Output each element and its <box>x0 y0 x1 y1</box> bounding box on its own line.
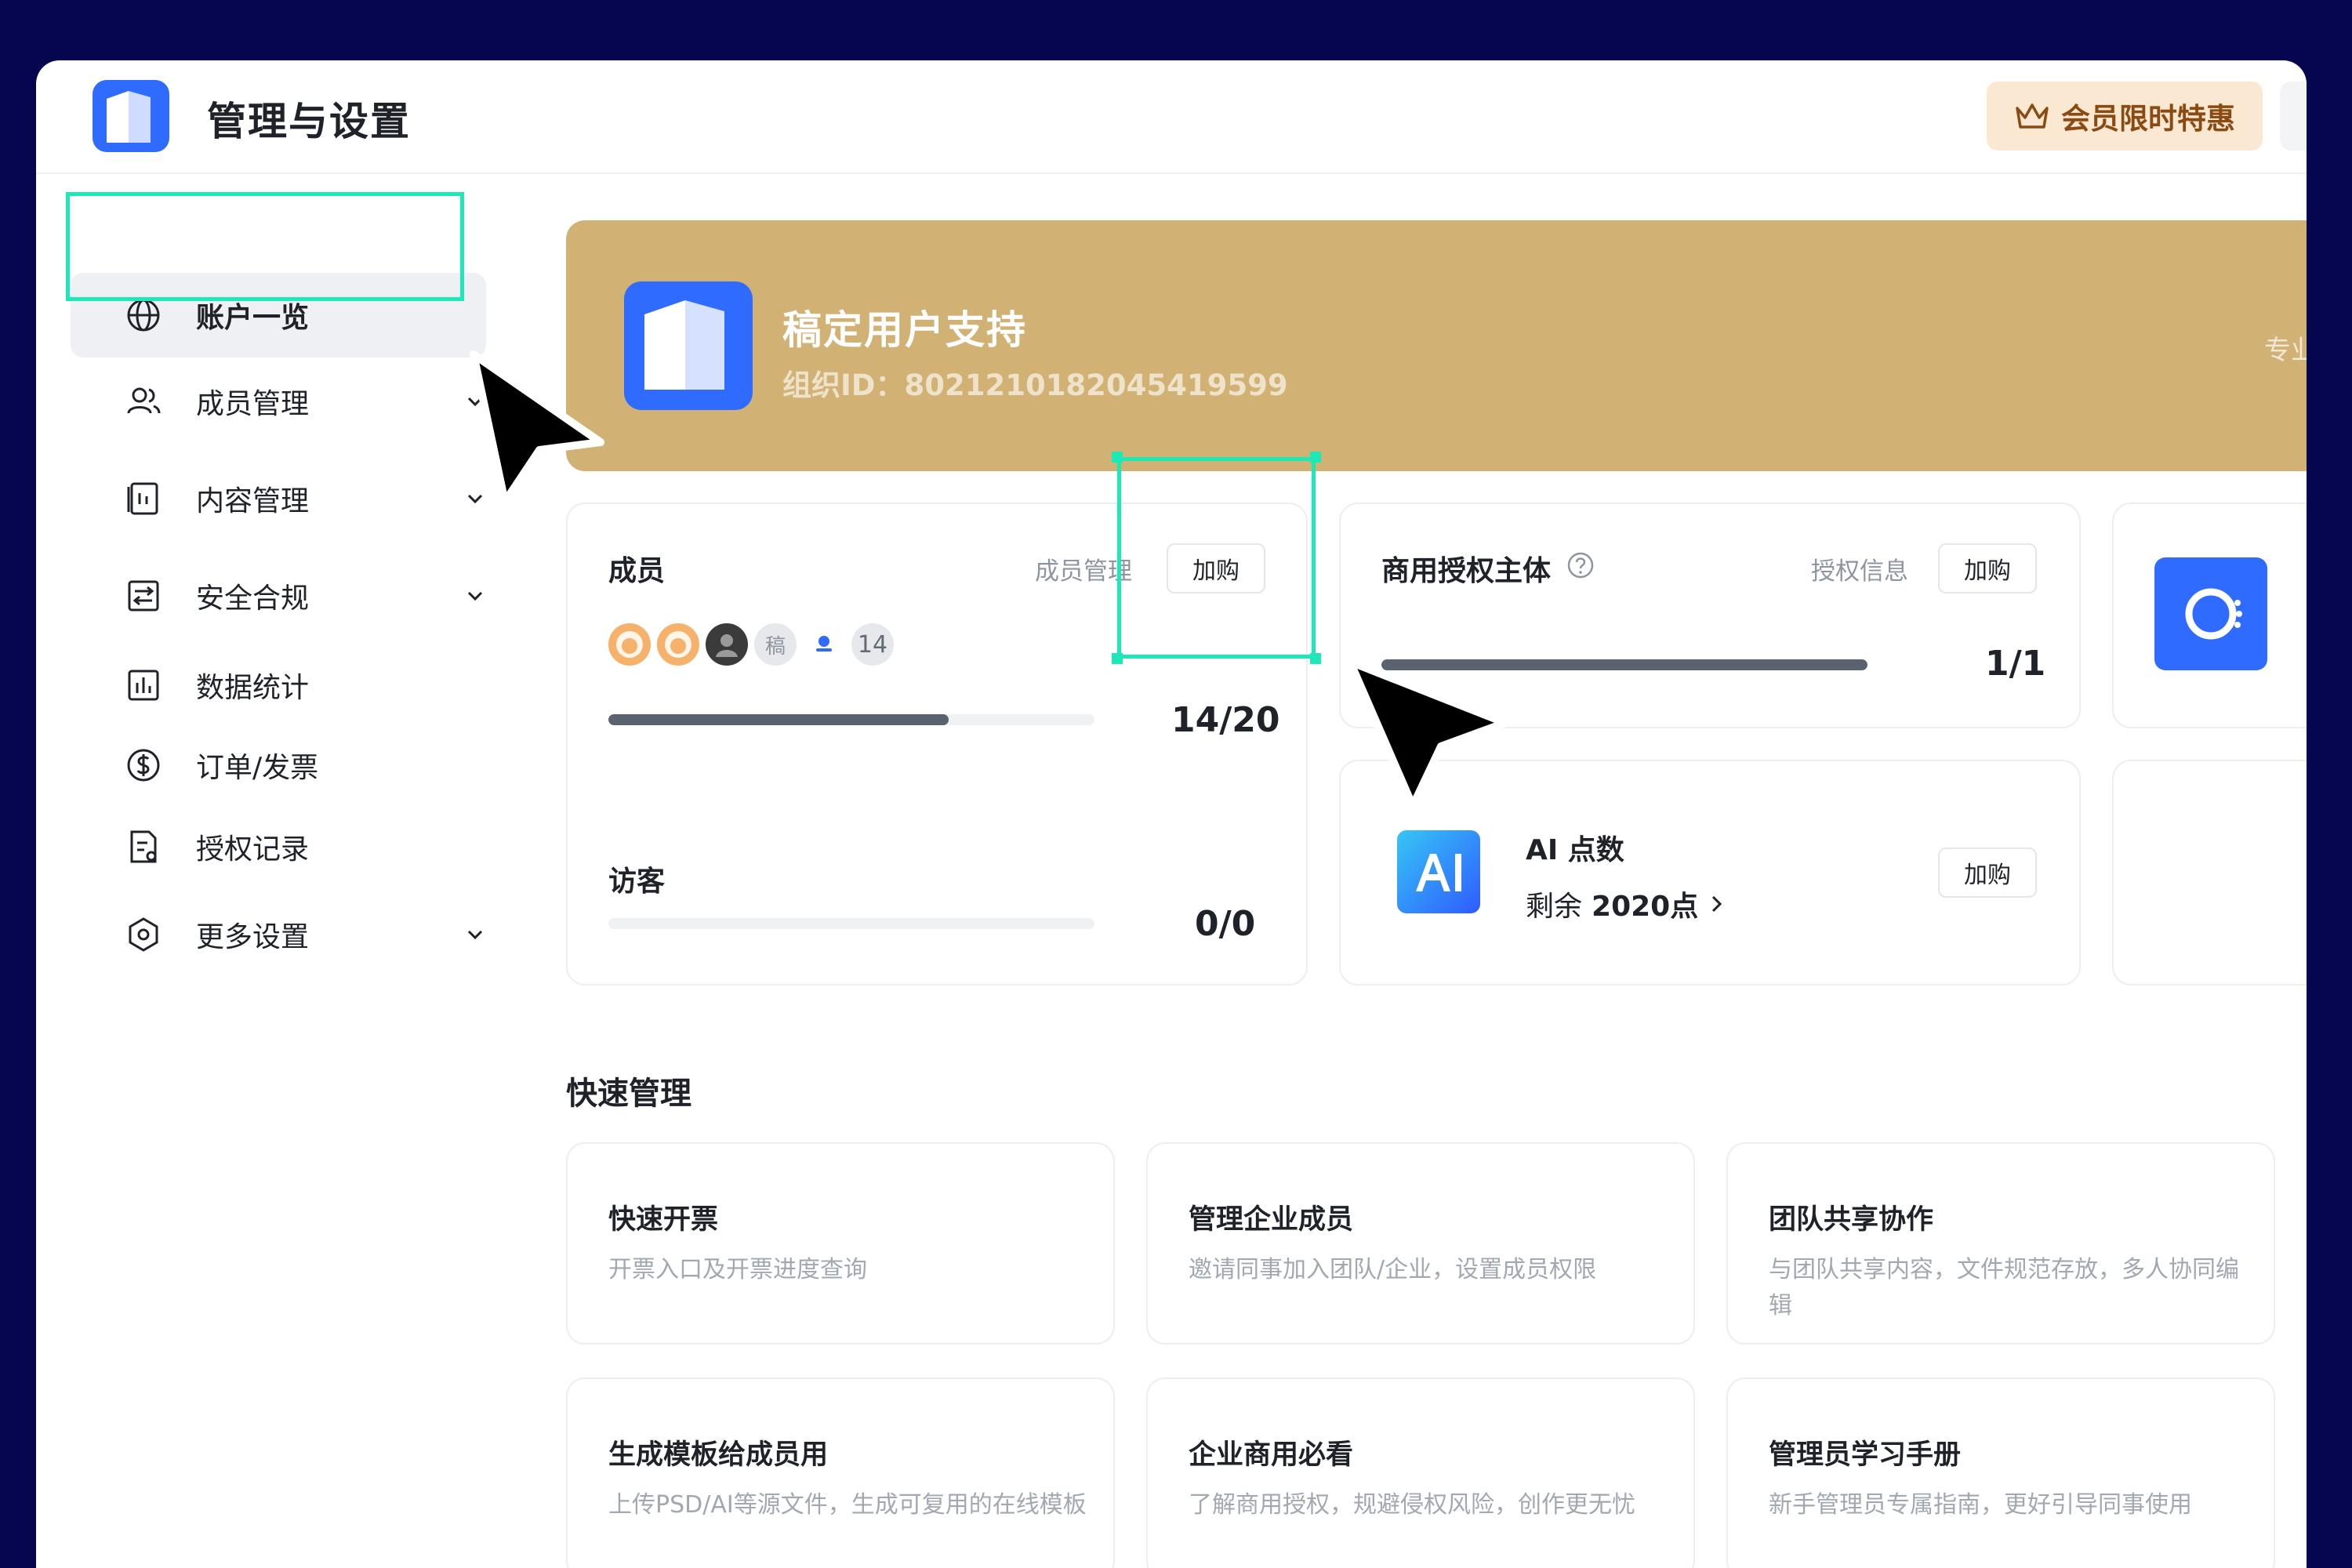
chevron-right-icon <box>1712 895 1722 913</box>
avatar[interactable] <box>657 623 699 666</box>
member-avatars: 稿 14 <box>608 623 900 666</box>
highlight-box-sidebar <box>66 192 464 301</box>
quick-card-commercial-guide[interactable]: 企业商用必看 了解商用授权，规避侵权风险，创作更无忧 <box>1146 1377 1695 1568</box>
bar-chart-icon <box>128 670 159 701</box>
quick-card-desc: 新手管理员专属指南，更好引导同事使用 <box>1769 1491 2192 1519</box>
members-title: 成员 <box>608 555 666 587</box>
app-title: 管理与设置 <box>207 99 411 144</box>
compliance-icon <box>128 580 159 612</box>
sidebar: 账户一览 成员管理 内容管理 安全合规 数据统计 订单/发票 授权记录 更多设置 <box>36 174 522 1568</box>
highlight-handle <box>1310 653 1321 664</box>
topbar-extra-button[interactable] <box>2280 82 2307 151</box>
settings-icon <box>129 917 158 952</box>
highlight-box-buy <box>1117 457 1316 659</box>
quick-card-desc: 上传PSD/AI等源文件，生成可复用的在线模板 <box>608 1491 1087 1519</box>
org-id: 组织ID：8021210182045419599 <box>782 368 1288 402</box>
sidebar-item-label: 安全合规 <box>196 583 310 615</box>
license-record-icon <box>130 830 157 863</box>
sidebar-item-content-management[interactable]: 内容管理 <box>71 456 486 541</box>
chevron-down-icon[interactable] <box>464 585 486 607</box>
chevron-down-icon[interactable] <box>464 924 486 946</box>
sidebar-item-data-statistics[interactable]: 数据统计 <box>71 643 486 728</box>
ai-logo-icon <box>1397 830 1480 913</box>
org-logo-icon <box>624 281 753 410</box>
quick-card-title: 企业商用必看 <box>1189 1439 1354 1471</box>
quick-card-title: 生成模板给成员用 <box>608 1439 829 1471</box>
quick-card-title: 团队共享协作 <box>1769 1204 1934 1236</box>
content-icon <box>127 482 158 515</box>
quick-card-manage-members[interactable]: 管理企业成员 邀请同事加入团队/企业，设置成员权限 <box>1146 1142 1695 1345</box>
top-bar: 管理与设置 会员限时特惠 <box>36 60 2307 174</box>
org-name: 稿定用户支持 <box>782 307 1027 353</box>
quick-card-title: 快速开票 <box>608 1204 719 1236</box>
quick-card-desc: 邀请同事加入团队/企业，设置成员权限 <box>1189 1256 1597 1283</box>
ai-points-remaining[interactable]: 剩余 2020点 <box>1526 884 1726 924</box>
quick-card-team-share[interactable]: 团队共享协作 与团队共享内容，文件规范存放，多人协同编辑 <box>1726 1142 2275 1345</box>
members-progress-bar <box>608 714 1094 725</box>
highlight-handle <box>1112 452 1123 463</box>
quick-card-admin-handbook[interactable]: 管理员学习手册 新手管理员专属指南，更好引导同事使用 <box>1726 1377 2275 1568</box>
org-banner: 稿定用户支持 组织ID：8021210182045419599 专业版 <box>566 220 2307 471</box>
ai-points-title: AI 点数 <box>1526 834 1624 866</box>
avatar[interactable] <box>608 623 651 666</box>
app-feature-icon <box>2154 557 2267 670</box>
quick-card-invoice[interactable]: 快速开票 开票入口及开票进度查询 <box>566 1142 1115 1345</box>
vip-promo-label: 会员限时特惠 <box>2061 102 2235 136</box>
sidebar-item-more-settings[interactable]: 更多设置 <box>71 892 486 977</box>
visitors-title: 访客 <box>608 866 666 898</box>
quick-card-desc: 开票入口及开票进度查询 <box>608 1256 867 1283</box>
visitors-progress-bar <box>608 918 1094 929</box>
highlight-handle <box>1112 653 1123 664</box>
quick-card-title: 管理员学习手册 <box>1769 1439 1962 1471</box>
help-icon[interactable] <box>1566 551 1595 579</box>
members-count: 14/20 <box>1171 700 1280 740</box>
ai-remaining-prefix: 剩余 <box>1526 891 1583 923</box>
app-logo-icon <box>93 80 169 152</box>
sidebar-item-member-management[interactable]: 成员管理 <box>71 359 486 444</box>
partial-card-top <box>2112 503 2307 728</box>
crown-icon <box>2016 103 2049 129</box>
sidebar-item-license-records[interactable]: 授权记录 <box>71 804 486 889</box>
edition-badge: 专业版 <box>2264 335 2307 366</box>
sidebar-item-label: 订单/发票 <box>196 752 319 784</box>
license-info-link[interactable]: 授权信息 <box>1811 551 1908 586</box>
avatar[interactable] <box>706 623 748 666</box>
avatar-overflow-count[interactable]: 14 <box>851 623 894 666</box>
quick-card-desc: 与团队共享内容，文件规范存放，多人协同编辑 <box>1769 1256 2239 1319</box>
quick-management-title: 快速管理 <box>566 1076 691 1112</box>
sidebar-item-orders-invoices[interactable]: 订单/发票 <box>71 723 486 808</box>
sidebar-item-label: 内容管理 <box>196 485 310 517</box>
members-progress-fill <box>608 714 949 725</box>
sidebar-item-label: 数据统计 <box>196 672 310 704</box>
license-buy-button[interactable]: 加购 <box>1938 543 2037 593</box>
visitors-count: 0/0 <box>1195 904 1256 944</box>
dollar-icon <box>127 749 160 782</box>
partial-card-bottom <box>2112 760 2307 985</box>
quick-card-desc: 了解商用授权，规避侵权风险，创作更无忧 <box>1189 1491 1635 1519</box>
quick-card-title: 管理企业成员 <box>1189 1204 1354 1236</box>
highlight-handle <box>1310 452 1321 463</box>
sidebar-item-label: 更多设置 <box>196 921 310 953</box>
ai-points-buy-button[interactable]: 加购 <box>1938 848 2037 898</box>
avatar[interactable]: 稿 <box>754 623 797 666</box>
quick-card-templates[interactable]: 生成模板给成员用 上传PSD/AI等源文件，生成可复用的在线模板 <box>566 1377 1115 1568</box>
cursor-pointer-icon <box>1346 658 1509 810</box>
license-title: 商用授权主体 <box>1381 555 1552 587</box>
globe-icon <box>127 299 160 332</box>
vip-promo-button[interactable]: 会员限时特惠 <box>1987 82 2263 151</box>
sidebar-item-label: 成员管理 <box>196 388 310 420</box>
cursor-pointer-icon <box>470 350 604 506</box>
sidebar-item-label: 授权记录 <box>196 833 310 866</box>
ai-remaining-value: 2020点 <box>1592 891 1699 923</box>
avatar[interactable] <box>803 623 845 666</box>
sidebar-item-security-compliance[interactable]: 安全合规 <box>71 554 486 638</box>
license-count: 1/1 <box>1985 644 2046 684</box>
users-icon <box>127 387 161 414</box>
